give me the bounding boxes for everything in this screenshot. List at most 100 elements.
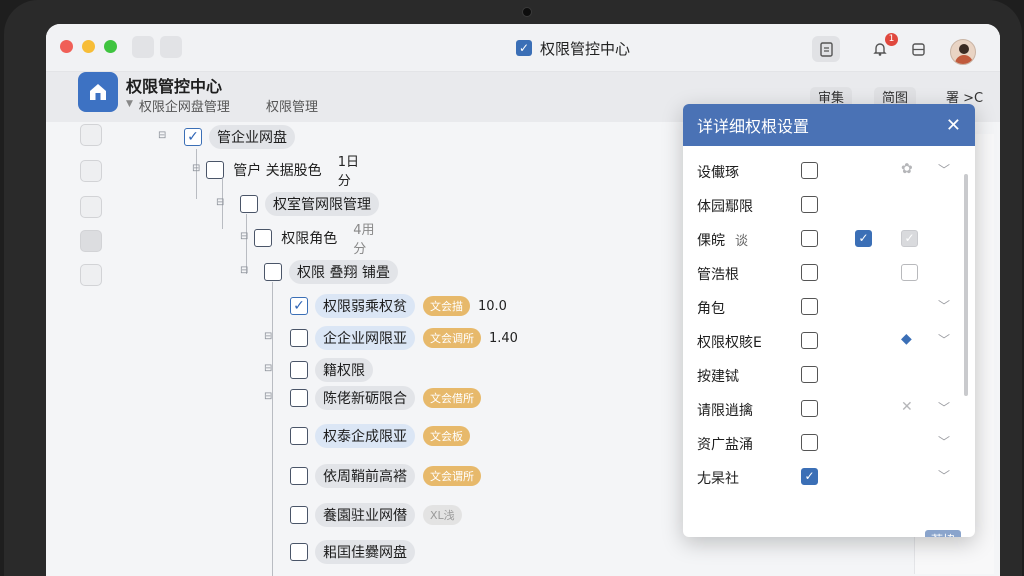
node-value: 1日 分 bbox=[337, 155, 359, 189]
app-window: ✓ 权限管控中心 1 权限管控中心 ▼ 权限企网盘管理 权限管理 审集 简图 署… bbox=[46, 24, 1000, 576]
dialog-row[interactable]: 角包 ﹀ bbox=[683, 290, 975, 324]
forward-button[interactable] bbox=[160, 36, 182, 58]
row-label: 资广盐涌 bbox=[697, 437, 753, 453]
row-label: 管浩根 bbox=[697, 267, 739, 283]
row-checkbox[interactable] bbox=[801, 400, 818, 417]
dialog-confirm-button[interactable]: 荐協 bbox=[925, 530, 962, 537]
node-checkbox[interactable] bbox=[290, 467, 308, 485]
row-checkbox[interactable] bbox=[801, 366, 818, 383]
row-label: 倮皖谈 bbox=[697, 233, 749, 249]
rail-item[interactable] bbox=[80, 264, 102, 286]
minimize-window-button[interactable] bbox=[82, 40, 95, 53]
user-avatar[interactable] bbox=[950, 39, 976, 65]
node-label: 依周鞘前高褡 bbox=[315, 464, 415, 488]
home-logo-icon[interactable] bbox=[78, 72, 118, 112]
tree-node[interactable]: ⊟ 企企业网限亚 文会调所 1.40 bbox=[264, 326, 518, 350]
dialog-header: 详详细权根设置 ✕ bbox=[683, 104, 975, 146]
dialog-row[interactable]: 管浩根 bbox=[683, 256, 975, 290]
checkbox-icon: ✓ bbox=[516, 40, 532, 56]
row-checkbox[interactable] bbox=[801, 230, 818, 247]
tree-node[interactable]: 依周鞘前高褡 文会谓所 bbox=[290, 464, 481, 488]
node-checkbox[interactable] bbox=[290, 427, 308, 445]
row-checkbox[interactable] bbox=[801, 332, 818, 349]
node-checkbox[interactable] bbox=[290, 543, 308, 561]
row-label: 请限逍擒 bbox=[697, 403, 753, 419]
node-checkbox[interactable] bbox=[290, 506, 308, 524]
node-checkbox[interactable]: ✓ bbox=[184, 128, 202, 146]
row-checkbox[interactable] bbox=[801, 162, 818, 179]
node-label: 耜囯佳爨网盘 bbox=[315, 540, 415, 564]
dialog-row[interactable]: 资广盐涌 ﹀ bbox=[683, 426, 975, 460]
dialog-row[interactable]: 请限逍擒 ✕ ﹀ bbox=[683, 392, 975, 426]
node-checkbox[interactable] bbox=[290, 361, 308, 379]
document-icon[interactable] bbox=[812, 36, 840, 62]
shield-icon[interactable]: ◆ bbox=[901, 331, 912, 347]
node-checkbox[interactable] bbox=[240, 195, 258, 213]
chevron-down-icon[interactable]: ﹀ bbox=[938, 399, 950, 416]
breadcrumb-item[interactable]: 权限管理 bbox=[266, 96, 318, 115]
chevron-down-icon[interactable]: ﹀ bbox=[938, 161, 950, 178]
node-checkbox[interactable] bbox=[206, 161, 225, 179]
chevron-down-icon[interactable]: ﹀ bbox=[938, 331, 950, 348]
row-label: 设儎琢 bbox=[697, 165, 739, 181]
node-checkbox[interactable]: ✓ bbox=[290, 297, 308, 315]
dialog-row[interactable]: 体园鄢限 bbox=[683, 188, 975, 222]
tree-node[interactable]: ⊟ 权限 叠翔 铺畳 bbox=[240, 260, 398, 284]
dialog-row[interactable]: 设儎琢 ✿ ﹀ bbox=[683, 154, 975, 188]
node-tag: XL浅 bbox=[423, 505, 462, 525]
chevron-down-icon[interactable]: ﹀ bbox=[938, 467, 950, 484]
notification-bell-icon[interactable]: 1 bbox=[866, 33, 898, 62]
close-icon[interactable]: ✕ bbox=[946, 115, 961, 136]
node-checkbox[interactable] bbox=[254, 229, 273, 247]
row-checkbox-disabled: ✓ bbox=[901, 230, 918, 247]
row-checkbox[interactable] bbox=[901, 264, 918, 281]
row-checkbox[interactable] bbox=[801, 196, 818, 213]
tree-node[interactable]: ⊟ ✓ 管企业网盘 bbox=[158, 125, 295, 149]
maximize-window-button[interactable] bbox=[104, 40, 117, 53]
tree-node[interactable]: ⊟ 管户 关据股色 1日 分 bbox=[192, 155, 360, 189]
dialog-scrollbar[interactable] bbox=[964, 174, 968, 396]
rail-item[interactable] bbox=[80, 160, 102, 182]
tree-node[interactable]: ⊟ 陈佬新砺限合 文会借所 bbox=[264, 386, 481, 410]
close-window-button[interactable] bbox=[60, 40, 73, 53]
node-checkbox[interactable] bbox=[290, 389, 308, 407]
row-label: 角包 bbox=[697, 301, 725, 317]
back-button[interactable] bbox=[132, 36, 154, 58]
dialog-row[interactable]: 尢杲社 ✓ ﹀ bbox=[683, 460, 975, 494]
title-bar: ✓ 权限管控中心 1 bbox=[46, 24, 1000, 72]
tree-node[interactable]: 耜囯佳爨网盘 bbox=[290, 540, 415, 564]
clear-icon[interactable]: ✕ bbox=[901, 399, 913, 415]
dialog-row[interactable]: 倮皖谈 ✓ ✓ bbox=[683, 222, 975, 256]
row-checkbox-checked[interactable]: ✓ bbox=[801, 468, 818, 485]
tree-node[interactable]: 权泰企成限亚 文会板 bbox=[290, 424, 470, 448]
tree-node[interactable]: ⊟ 籍权限 bbox=[264, 358, 373, 382]
window-title: ✓ 权限管控中心 bbox=[516, 38, 630, 58]
tree-node[interactable]: ⊟ 权室管网限管理 bbox=[216, 192, 379, 216]
settings-grid-icon[interactable] bbox=[904, 36, 932, 62]
node-checkbox[interactable] bbox=[264, 263, 282, 281]
tree-node[interactable]: ✓ 权限弱乘权贫 文会描 10.0 bbox=[290, 294, 507, 318]
permission-settings-dialog: 详详细权根设置 ✕ 设儎琢 ✿ ﹀ 体园鄢限 倮皖谈 ✓ ✓ 管浩根 角包 ﹀ … bbox=[683, 104, 975, 537]
breadcrumb-item[interactable]: 权限企网盘管理 bbox=[139, 96, 230, 115]
row-checkbox[interactable] bbox=[801, 298, 818, 315]
node-label: 籍权限 bbox=[315, 358, 373, 382]
node-label: 企企业网限亚 bbox=[315, 326, 415, 350]
node-checkbox[interactable] bbox=[290, 329, 308, 347]
row-checkbox-checked[interactable]: ✓ bbox=[855, 230, 872, 247]
row-checkbox[interactable] bbox=[801, 264, 818, 281]
dialog-row[interactable]: 权限权賅E ◆ ﹀ bbox=[683, 324, 975, 358]
row-label: 权限权賅E bbox=[697, 335, 762, 351]
rail-item[interactable] bbox=[80, 196, 102, 218]
tree-node[interactable]: 養園驻业网僣 XL浅 bbox=[290, 503, 462, 527]
rail-item[interactable] bbox=[80, 230, 102, 252]
gear-icon[interactable]: ✿ bbox=[901, 161, 913, 177]
node-label: 权限角色 bbox=[281, 231, 338, 247]
chevron-down-icon[interactable]: ﹀ bbox=[938, 297, 950, 314]
rail-item[interactable] bbox=[80, 124, 102, 146]
chevron-down-icon[interactable]: ﹀ bbox=[938, 433, 950, 450]
row-checkbox[interactable] bbox=[801, 434, 818, 451]
tree-node[interactable]: ⊟ 权限角色 4用 分 bbox=[240, 223, 376, 257]
row-label: 体园鄢限 bbox=[697, 199, 753, 215]
node-tag: 文会调所 bbox=[423, 328, 481, 348]
dialog-row[interactable]: 按建铽 bbox=[683, 358, 975, 392]
